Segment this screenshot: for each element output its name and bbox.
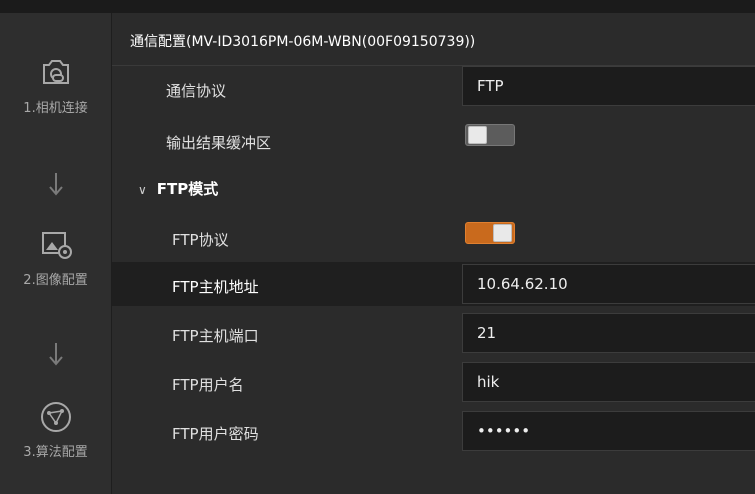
ftp-port-label: FTP主机端口 bbox=[172, 327, 259, 345]
ftp-port-value: 21 bbox=[477, 324, 497, 342]
panel-header: 通信配置(MV-ID3016PM-06M-WBN(00F09150739)) bbox=[112, 13, 755, 66]
ftp-protocol-toggle[interactable] bbox=[465, 222, 515, 244]
ftp-password-value: •••••• bbox=[477, 422, 531, 440]
page-title: 通信配置(MV-ID3016PM-06M-WBN(00F09150739)) bbox=[130, 34, 476, 50]
ftp-password-input[interactable]: •••••• bbox=[462, 411, 755, 451]
row-ftp-port: FTP主机端口 21 ▲▼ bbox=[112, 311, 755, 355]
ftp-protocol-label: FTP协议 bbox=[172, 231, 229, 249]
top-bar bbox=[0, 0, 755, 13]
ftp-user-input[interactable]: hik bbox=[462, 362, 755, 402]
protocol-label: 通信协议 bbox=[166, 82, 227, 100]
output-buffer-toggle[interactable] bbox=[465, 124, 515, 146]
step-arrow bbox=[0, 341, 111, 371]
row-ftp-user: FTP用户名 hik bbox=[112, 360, 755, 404]
toggle-knob bbox=[493, 224, 512, 242]
arrow-down-icon bbox=[48, 173, 63, 196]
ftp-host-value: 10.64.62.10 bbox=[477, 275, 568, 293]
sidebar: 1.相机连接 2.图像配置 3.算法配置 bbox=[0, 13, 112, 494]
image-settings-icon bbox=[41, 232, 72, 259]
row-ftp-password: FTP用户密码 •••••• bbox=[112, 409, 755, 453]
protocol-value: FTP bbox=[477, 77, 504, 95]
row-protocol: 通信协议 FTP bbox=[112, 66, 755, 110]
step-label: 2.图像配置 bbox=[23, 273, 88, 288]
row-output-buffer: 输出结果缓冲区 bbox=[112, 118, 755, 162]
ftp-host-input[interactable]: 10.64.62.10 bbox=[462, 264, 755, 304]
toggle-knob bbox=[468, 126, 487, 144]
main-panel: 通信配置(MV-ID3016PM-06M-WBN(00F09150739)) 通… bbox=[112, 13, 755, 494]
row-ftp-protocol: FTP协议 bbox=[112, 215, 755, 259]
step-label: 3.算法配置 bbox=[23, 445, 88, 460]
protocol-select[interactable]: FTP bbox=[462, 66, 755, 106]
camera-link-icon bbox=[42, 60, 69, 84]
ftp-port-stepper[interactable]: 21 ▲▼ bbox=[462, 313, 755, 353]
row-ftp-host: FTP主机地址 10.64.62.10 bbox=[112, 262, 755, 306]
chevron-down-icon: ∨ bbox=[138, 183, 147, 197]
step-camera-connection[interactable]: 1.相机连接 bbox=[0, 53, 111, 116]
step-image-config[interactable]: 2.图像配置 bbox=[0, 225, 111, 288]
section-label: FTP模式 bbox=[156, 180, 219, 198]
step-arrow bbox=[0, 171, 111, 201]
ftp-password-label: FTP用户密码 bbox=[172, 425, 259, 443]
ftp-host-label: FTP主机地址 bbox=[172, 278, 259, 296]
step-algorithm-config[interactable]: 3.算法配置 bbox=[0, 397, 111, 460]
ftp-user-value: hik bbox=[477, 373, 500, 391]
arrow-down-icon bbox=[48, 343, 63, 366]
output-buffer-label: 输出结果缓冲区 bbox=[166, 134, 272, 152]
algorithm-icon bbox=[40, 402, 71, 432]
ftp-user-label: FTP用户名 bbox=[172, 376, 244, 394]
step-label: 1.相机连接 bbox=[23, 101, 88, 116]
section-ftp-mode[interactable]: ∨ FTP模式 bbox=[138, 178, 218, 199]
